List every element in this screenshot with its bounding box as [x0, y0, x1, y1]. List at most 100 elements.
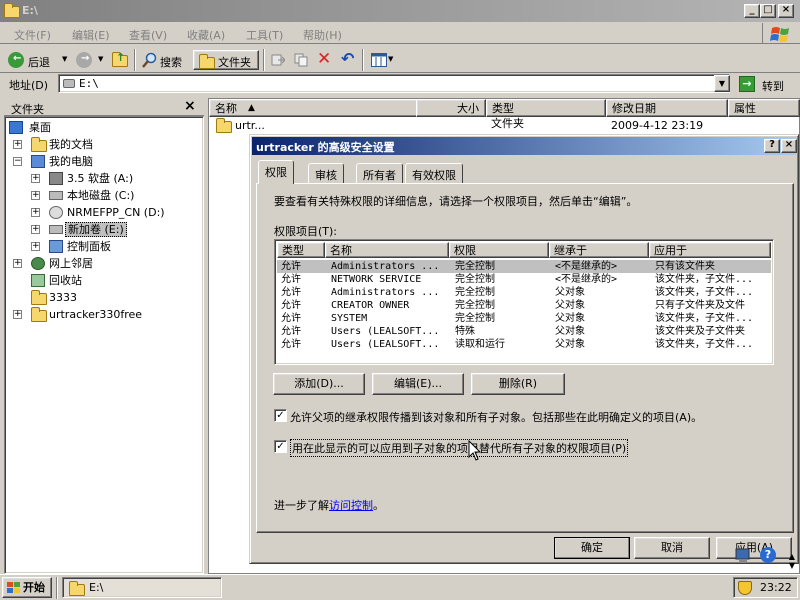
- perm-col-permission[interactable]: 权限: [449, 242, 549, 258]
- perm-cell-name: NETWORK SERVICE: [331, 274, 422, 285]
- folder-tree[interactable]: 桌面 + 我的文档 − 我的电脑 + 3.5 软盘 (A:) + 本地磁盘 (C…: [4, 116, 204, 574]
- edit-button[interactable]: 编辑(E)...: [372, 373, 464, 395]
- start-button[interactable]: 开始: [2, 577, 52, 598]
- perm-cell-perm: 读取和运行: [455, 339, 505, 350]
- menu-bar: 文件(F) 编辑(E) 查看(V) 收藏(A) 工具(T) 帮助(H): [0, 22, 800, 44]
- back-label: 后退: [28, 56, 50, 69]
- menu-help[interactable]: 帮助(H): [303, 27, 342, 43]
- table-row[interactable]: 允许 SYSTEM 完全控制 父对象 该文件夹，子文件...: [277, 312, 771, 325]
- perm-cell-perm: 完全控制: [455, 261, 495, 272]
- table-row[interactable]: 允许 Users (LEALSOFT... 读取和运行 父对象 该文件夹，子文件...: [277, 338, 771, 351]
- explorer-title-bar[interactable]: E:\ _ □ ×: [0, 0, 800, 22]
- address-value: E:\: [79, 77, 99, 90]
- maximize-button[interactable]: □: [760, 4, 776, 18]
- menu-view[interactable]: 查看(V): [129, 27, 167, 43]
- undo-button[interactable]: ↶: [338, 49, 358, 70]
- tab-effective-permissions[interactable]: 有效权限: [405, 163, 463, 183]
- column-attributes[interactable]: 属性: [728, 99, 800, 117]
- folder-icon: [31, 307, 47, 322]
- drive-icon: [63, 79, 75, 88]
- forward-button[interactable]: → ▼: [72, 50, 106, 70]
- copy-to-button[interactable]: [291, 50, 311, 70]
- table-row[interactable]: 允许 CREATOR OWNER 完全控制 父对象 只有子文件夹及文件: [277, 299, 771, 312]
- inherit-permissions-checkbox[interactable]: ✓: [274, 409, 287, 422]
- go-arrow-icon: →: [739, 76, 755, 92]
- dialog-help-button[interactable]: ?: [764, 139, 780, 153]
- expand-icon[interactable]: +: [31, 242, 40, 251]
- minimize-button[interactable]: _: [744, 4, 760, 18]
- advanced-security-dialog: urtracker 的高级安全设置 ? × 权限 审核 所有者 有效权限 要查看…: [249, 134, 799, 564]
- system-tray: 23:22: [733, 577, 798, 598]
- tab-owner[interactable]: 所有者: [356, 163, 403, 183]
- go-button[interactable]: → 转到: [736, 74, 796, 94]
- perm-cell-name: Users (LEALSOFT...: [331, 326, 440, 337]
- perm-col-type[interactable]: 类型: [277, 242, 325, 258]
- window-title: E:\: [22, 4, 38, 17]
- table-row[interactable]: 允许 Administrators ... 完全控制 <不是继承的> 只有该文件夹: [277, 260, 771, 273]
- taskbar-item-explorer[interactable]: E:\: [62, 577, 222, 598]
- security-shield-icon[interactable]: [738, 581, 752, 595]
- perm-col-apply-to[interactable]: 应用于: [649, 242, 771, 258]
- dialog-title-bar[interactable]: urtracker 的高级安全设置 ? ×: [252, 137, 797, 155]
- back-dropdown-icon[interactable]: ▼: [62, 55, 67, 63]
- collapse-icon[interactable]: −: [13, 157, 22, 166]
- add-button[interactable]: 添加(D)...: [273, 373, 365, 395]
- perm-cell-perm: 完全控制: [455, 313, 495, 324]
- table-row[interactable]: 允许 Users (LEALSOFT... 特殊 父对象 该文件夹及子文件夹: [277, 325, 771, 338]
- views-button[interactable]: ▼: [368, 50, 398, 70]
- back-button[interactable]: ← 后退 ▼: [4, 50, 70, 70]
- address-dropdown-button[interactable]: ▼: [714, 75, 730, 92]
- menu-edit[interactable]: 编辑(E): [72, 27, 110, 43]
- folders-button[interactable]: 文件夹: [193, 50, 259, 70]
- move-to-button[interactable]: [268, 50, 288, 70]
- tab-auditing[interactable]: 审核: [308, 163, 344, 183]
- ok-button[interactable]: 确定: [554, 537, 630, 559]
- tab-permissions[interactable]: 权限: [258, 160, 294, 184]
- menu-file[interactable]: 文件(F): [14, 27, 51, 43]
- perm-cell-name: Administrators ...: [331, 261, 440, 272]
- expand-icon[interactable]: +: [13, 310, 22, 319]
- delete-button[interactable]: ✕: [314, 49, 334, 70]
- perm-cell-inherit: 父对象: [555, 287, 585, 298]
- menu-tools[interactable]: 工具(T): [246, 27, 283, 43]
- perm-cell-apply: 只有该文件夹: [655, 261, 715, 272]
- access-control-link[interactable]: 访问控制: [329, 499, 373, 512]
- scroll-arrow-icons[interactable]: ▲ ▼: [786, 552, 798, 572]
- up-folder-button[interactable]: ↑: [108, 50, 132, 70]
- folder-icon: [31, 137, 47, 152]
- expand-icon[interactable]: +: [31, 225, 40, 234]
- remove-button[interactable]: 删除(R): [471, 373, 565, 395]
- cancel-button[interactable]: 取消: [634, 537, 710, 559]
- clock: 23:22: [760, 581, 792, 594]
- help-icon[interactable]: ?: [760, 547, 776, 563]
- column-date[interactable]: 修改日期: [606, 99, 728, 117]
- expand-icon[interactable]: +: [13, 259, 22, 268]
- permission-entries-list[interactable]: 类型 名称 权限 继承于 应用于 允许 Administrators ... 完全控…: [274, 239, 774, 365]
- close-button[interactable]: ×: [778, 4, 794, 18]
- perm-cell-perm: 完全控制: [455, 300, 495, 311]
- undo-icon: ↶: [341, 49, 355, 68]
- replace-child-permissions-checkbox[interactable]: ✓: [274, 440, 287, 453]
- perm-col-name[interactable]: 名称: [325, 242, 449, 258]
- table-row[interactable]: 允许 Administrators ... 完全控制 父对象 该文件夹，子文件...: [277, 286, 771, 299]
- table-row[interactable]: urtr... 文件夹 2009-4-12 23:19: [209, 117, 799, 133]
- inherit-permissions-label[interactable]: 允许父项的继承权限传播到该对象和所有子对象。包括那些在此明确定义的项目(A)。: [290, 409, 702, 425]
- search-button[interactable]: 搜索: [138, 50, 190, 70]
- expand-icon[interactable]: +: [31, 174, 40, 183]
- replace-child-permissions-label[interactable]: 用在此显示的可以应用到子对象的项目替代所有子对象的权限项目(P): [290, 439, 629, 457]
- table-row[interactable]: 允许 NETWORK SERVICE 完全控制 <不是继承的> 该文件夹，子文件...: [277, 273, 771, 286]
- dialog-close-button[interactable]: ×: [781, 139, 797, 153]
- column-size[interactable]: 大小: [416, 99, 486, 117]
- perm-cell-perm: 完全控制: [455, 274, 495, 285]
- expand-icon[interactable]: +: [31, 191, 40, 200]
- forward-dropdown-icon[interactable]: ▼: [98, 55, 103, 63]
- delete-x-icon: ✕: [317, 49, 332, 69]
- address-input[interactable]: E:\: [58, 74, 730, 93]
- menu-favorites[interactable]: 收藏(A): [187, 27, 225, 43]
- perm-col-inherited-from[interactable]: 继承于: [549, 242, 649, 258]
- perm-cell-inherit: <不是继承的>: [555, 274, 618, 285]
- expand-icon[interactable]: +: [31, 208, 40, 217]
- folder-pane-close-icon[interactable]: ×: [184, 98, 196, 114]
- apply-button[interactable]: 应用(A): [716, 537, 792, 559]
- expand-icon[interactable]: +: [13, 140, 22, 149]
